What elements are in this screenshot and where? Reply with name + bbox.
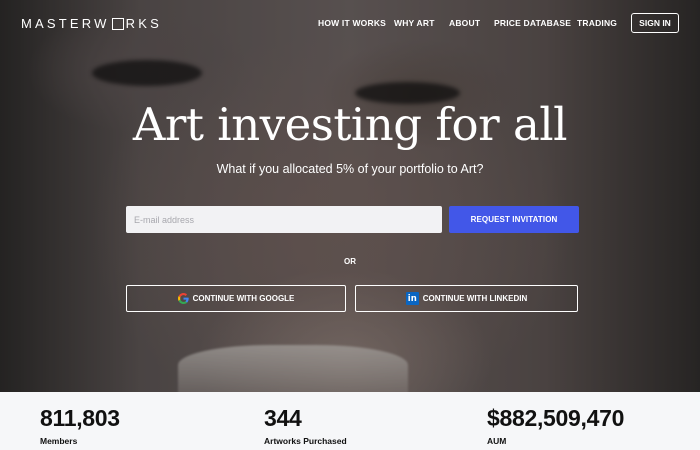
stat-label: Artworks Purchased [264, 436, 347, 446]
stat-members: 811,803 Members [40, 405, 120, 446]
nav-item-trading[interactable]: TRADING [577, 18, 617, 28]
continue-with-google-button[interactable]: CONTINUE WITH GOOGLE [126, 285, 346, 312]
request-invitation-button[interactable]: REQUEST INVITATION [449, 206, 579, 233]
linkedin-icon: in [405, 292, 419, 305]
stat-label: AUM [487, 436, 507, 446]
or-divider: OR [344, 257, 356, 266]
google-button-label: CONTINUE WITH GOOGLE [192, 294, 295, 303]
hero-background-image [0, 0, 700, 392]
stat-value: 811,803 [40, 405, 120, 431]
logo-text-start: MASTERW [21, 16, 110, 31]
hero-title: Art investing for all [132, 98, 568, 151]
logo-square-mark [111, 17, 124, 30]
logo[interactable]: MASTERW RKS [21, 16, 162, 31]
linkedin-button-label: CONTINUE WITH LINKEDIN [422, 294, 528, 303]
nav-item-about[interactable]: ABOUT [449, 18, 480, 28]
stat-value: $882,509,470 [487, 405, 625, 431]
top-nav: MASTERW RKS HOW IT WORKS WHY ART ABOUT P… [0, 0, 700, 46]
hero-subtitle: What if you allocated 5% of your portfol… [216, 162, 484, 176]
nav-item-how-it-works[interactable]: HOW IT WORKS [318, 18, 386, 28]
stat-aum: $882,509,470 AUM [487, 405, 624, 446]
stats-bar: 811,803 Members 344 Artworks Purchased $… [0, 392, 700, 450]
stat-label: Members [40, 436, 78, 446]
sign-in-button[interactable]: SIGN IN [631, 13, 679, 33]
google-icon [177, 293, 189, 304]
continue-with-linkedin-button[interactable]: in CONTINUE WITH LINKEDIN [355, 285, 578, 312]
stat-artworks-purchased: 344 Artworks Purchased [264, 405, 347, 446]
email-input[interactable] [126, 206, 442, 233]
hero-overlay [0, 0, 700, 392]
nav-item-price-database[interactable]: PRICE DATABASE [494, 18, 571, 28]
stat-value: 344 [264, 405, 302, 431]
logo-text-end: RKS [125, 16, 162, 31]
nav-item-why-art[interactable]: WHY ART [394, 18, 435, 28]
